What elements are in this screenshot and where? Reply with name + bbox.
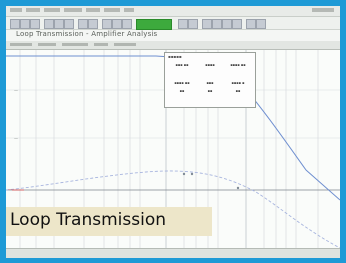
caption-text: Loop Transmission bbox=[10, 210, 166, 230]
table-cell: ▪▪▪▪ bbox=[205, 63, 215, 67]
menu-item-simulate[interactable] bbox=[64, 8, 82, 12]
probe-icon[interactable] bbox=[178, 19, 188, 29]
copy-icon[interactable] bbox=[54, 19, 64, 29]
tab-phase[interactable] bbox=[38, 43, 56, 46]
run-simulation-button[interactable] bbox=[136, 19, 172, 30]
axis-icon[interactable] bbox=[222, 19, 232, 29]
fit-icon[interactable] bbox=[122, 19, 132, 29]
table-cell: ▪▪ bbox=[207, 89, 213, 93]
marker-point[interactable] bbox=[190, 172, 194, 176]
legend-icon[interactable] bbox=[232, 19, 242, 29]
grid-icon[interactable] bbox=[212, 19, 222, 29]
undo-icon[interactable] bbox=[78, 19, 88, 29]
tab-magnitude[interactable] bbox=[10, 43, 32, 46]
marker-icon[interactable] bbox=[202, 19, 212, 29]
menu-bar bbox=[6, 6, 340, 17]
menu-item-file[interactable] bbox=[10, 8, 22, 12]
print-icon[interactable] bbox=[30, 19, 40, 29]
table-cell: ▪▪▪▪ ▪ bbox=[231, 81, 245, 85]
caption-banner: Loop Transmission bbox=[6, 207, 212, 236]
plot-tabs bbox=[6, 41, 340, 50]
zoom-out-icon[interactable] bbox=[112, 19, 122, 29]
measurement-table-title: ▪▪▪▪▪ bbox=[168, 54, 182, 59]
zoom-in-icon[interactable] bbox=[102, 19, 112, 29]
cut-icon[interactable] bbox=[44, 19, 54, 29]
settings-icon[interactable] bbox=[256, 19, 266, 29]
tab-loop-gain[interactable] bbox=[62, 43, 88, 46]
redo-icon[interactable] bbox=[88, 19, 98, 29]
status-bar bbox=[6, 248, 340, 258]
marker-point[interactable] bbox=[182, 172, 186, 176]
paste-icon[interactable] bbox=[64, 19, 74, 29]
open-icon[interactable] bbox=[10, 19, 20, 29]
tab-transient[interactable] bbox=[114, 43, 136, 46]
table-cell: ▪▪ bbox=[235, 89, 241, 93]
y-axis-tick: — bbox=[14, 136, 18, 141]
toolbar bbox=[6, 17, 340, 30]
tab-step[interactable] bbox=[94, 43, 108, 46]
menu-item-tools[interactable] bbox=[86, 8, 100, 12]
save-icon[interactable] bbox=[20, 19, 30, 29]
marker-point[interactable] bbox=[236, 186, 240, 190]
window-title: Loop Transmission - Amplifier Analysis bbox=[16, 30, 158, 38]
y-axis-tick: — bbox=[14, 88, 18, 93]
window-controls[interactable] bbox=[312, 8, 334, 12]
table-cell: ▪▪ bbox=[179, 89, 185, 93]
menu-item-help[interactable] bbox=[124, 8, 134, 12]
measurement-table[interactable]: ▪▪▪▪▪ ▪▪▪ ▪▪ ▪▪▪▪ ▪▪▪▪ ▪▪ ▪▪▪▪ ▪▪ ▪▪▪ ▪▪… bbox=[164, 52, 256, 108]
table-cell: ▪▪▪▪ ▪▪ bbox=[174, 81, 190, 85]
export-icon[interactable] bbox=[246, 19, 256, 29]
cursor-icon[interactable] bbox=[188, 19, 198, 29]
menu-item-edit[interactable] bbox=[26, 8, 40, 12]
table-cell: ▪▪▪ bbox=[206, 81, 214, 85]
menu-item-window[interactable] bbox=[104, 8, 120, 12]
table-cell: ▪▪▪ ▪▪ bbox=[175, 63, 189, 67]
table-cell: ▪▪▪▪ ▪▪ bbox=[230, 63, 246, 67]
menu-item-view[interactable] bbox=[44, 8, 60, 12]
y-axis-tick-zero: — bbox=[8, 187, 12, 192]
